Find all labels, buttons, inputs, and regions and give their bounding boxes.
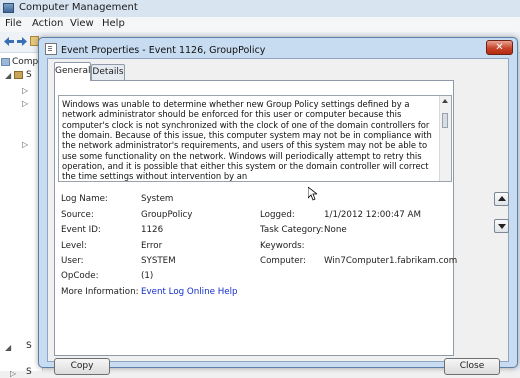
menu-action[interactable]: Action: [32, 18, 63, 29]
level-value: Error: [141, 241, 163, 251]
collapse-icon-2[interactable]: ◢: [5, 343, 11, 352]
source-label: Source:: [61, 210, 94, 220]
user-label: User:: [61, 256, 84, 266]
computer-value: Win7Computer1.fabrikam.com: [324, 256, 458, 266]
event-viewer-icon: [45, 43, 57, 55]
menu-help[interactable]: Help: [102, 18, 125, 29]
expand-icon-4[interactable]: ▷: [10, 369, 16, 378]
level-label: Level:: [61, 241, 87, 251]
tools-icon: [14, 71, 23, 79]
app-title: Computer Management: [19, 2, 138, 13]
more-information-label: More Information:: [61, 287, 139, 297]
log-name-label: Log Name:: [61, 194, 108, 204]
tree-item-system-tools[interactable]: S: [26, 70, 32, 80]
source-value: GroupPolicy: [141, 210, 193, 220]
menu-view[interactable]: View: [70, 18, 94, 29]
event-description: Windows was unable to determine whether …: [62, 99, 432, 182]
collapse-icon[interactable]: ◢: [5, 71, 11, 80]
scroll-up-icon[interactable]: [442, 99, 448, 103]
tab-details[interactable]: Details: [91, 64, 125, 81]
log-name-value: System: [141, 194, 174, 204]
computer-label: Computer:: [260, 256, 306, 266]
menu-bar: File Action View Help: [0, 17, 520, 32]
logged-label: Logged:: [260, 210, 295, 220]
menu-file[interactable]: File: [5, 18, 22, 29]
event-properties-dialog: Event Properties - Event 1126, GroupPoli…: [38, 37, 518, 375]
back-arrow-icon[interactable]: [4, 37, 14, 46]
tree-item-services[interactable]: S: [26, 367, 32, 377]
close-window-button[interactable]: ✕: [486, 40, 513, 55]
event-log-online-help-link[interactable]: Event Log Online Help: [141, 287, 238, 297]
task-category-label: Task Category:: [260, 225, 324, 235]
computer-icon: [1, 58, 10, 66]
scrollbar-thumb[interactable]: [442, 113, 448, 128]
task-category-value: None: [324, 225, 347, 235]
tab-general[interactable]: General: [54, 62, 91, 81]
keywords-label: Keywords:: [260, 241, 305, 251]
dialog-title: Event Properties - Event 1126, GroupPoli…: [61, 45, 266, 56]
next-event-button[interactable]: [494, 219, 509, 233]
copy-button[interactable]: Copy: [54, 358, 110, 375]
logged-value: 1/1/2012 12:00:47 AM: [324, 210, 421, 220]
forward-arrow-icon[interactable]: [17, 37, 27, 46]
previous-event-button[interactable]: [494, 192, 509, 206]
navigation-tree: Compu ◢ S ▷ ▷ ▷ ◢ S ▷ S: [0, 53, 44, 378]
mouse-cursor-icon: [308, 187, 317, 201]
expand-icon[interactable]: ▷: [22, 86, 28, 95]
expand-icon-2[interactable]: ▷: [22, 99, 28, 108]
dialog-client-area: General Details Windows was unable to de…: [47, 58, 509, 375]
opcode-label: OpCode:: [61, 271, 99, 281]
dialog-title-bar: Event Properties - Event 1126, GroupPoli…: [45, 43, 265, 56]
computer-management-icon: [3, 3, 14, 13]
app-title-bar: Computer Management: [0, 0, 520, 18]
expand-icon-3[interactable]: ▷: [22, 140, 28, 149]
event-id-value: 1126: [141, 225, 164, 235]
event-id-label: Event ID:: [61, 225, 101, 235]
description-scrollbar[interactable]: [439, 96, 451, 181]
arrow-down-icon: [498, 224, 506, 229]
arrow-up-icon: [498, 196, 506, 201]
opcode-value: (1): [141, 271, 154, 281]
user-value: SYSTEM: [141, 256, 176, 266]
close-button[interactable]: Close: [444, 358, 500, 375]
event-description-box[interactable]: Windows was unable to determine whether …: [58, 95, 452, 182]
tree-item-storage[interactable]: S: [26, 341, 32, 351]
